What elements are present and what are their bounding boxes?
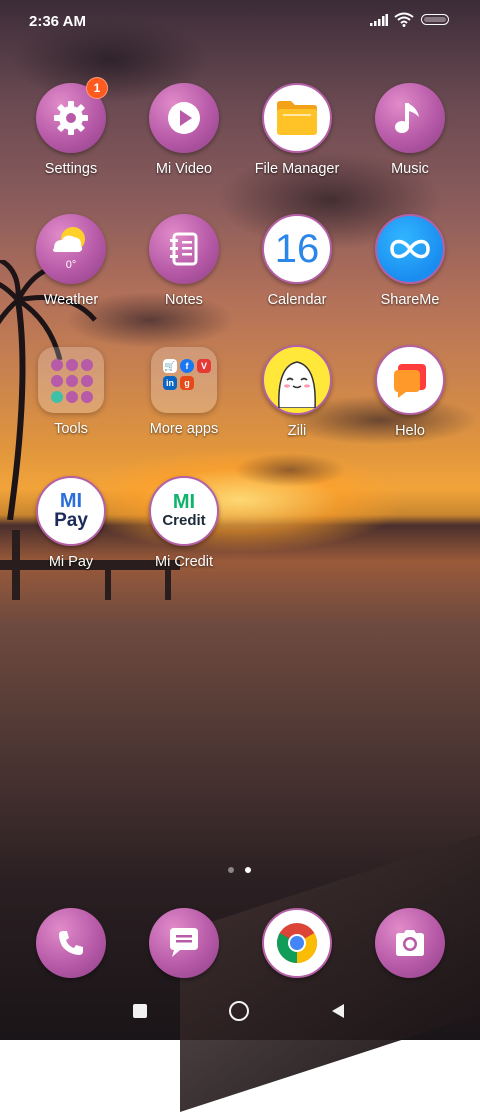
page-dot[interactable] bbox=[228, 867, 234, 873]
app-label: Mi Pay bbox=[48, 554, 94, 570]
app-label: Tools bbox=[54, 421, 88, 437]
dock-camera[interactable] bbox=[355, 908, 465, 978]
folder-icon bbox=[38, 347, 104, 413]
app-music[interactable]: Music bbox=[355, 83, 465, 177]
app-file-manager[interactable]: File Manager bbox=[242, 83, 352, 177]
app-label: Mi Video bbox=[155, 161, 213, 177]
status-bar: 2:36 AM bbox=[0, 0, 480, 42]
calendar-day: 16 bbox=[274, 226, 320, 271]
camera-icon bbox=[375, 908, 445, 978]
app-label: Mi Credit bbox=[154, 554, 213, 570]
folder-tools[interactable]: Tools bbox=[16, 345, 126, 437]
app-settings[interactable]: 1 Settings bbox=[16, 77, 126, 177]
app-notes[interactable]: Notes bbox=[129, 214, 239, 308]
chrome-icon bbox=[262, 908, 332, 978]
phone-icon bbox=[36, 908, 106, 978]
app-label: Calendar bbox=[267, 292, 327, 308]
message-icon bbox=[149, 908, 219, 978]
calendar-icon: 16 bbox=[262, 214, 332, 284]
page-indicator[interactable] bbox=[228, 866, 258, 874]
infinity-icon bbox=[375, 214, 445, 284]
app-label: ShareMe bbox=[380, 292, 440, 308]
settings-icon: 1 bbox=[36, 77, 108, 153]
mi-credit-logo-icon: MI Credit bbox=[149, 476, 219, 546]
page-dot-active[interactable] bbox=[245, 867, 251, 873]
app-zili[interactable]: Zili bbox=[242, 345, 352, 439]
music-note-icon bbox=[375, 83, 445, 153]
navigation-bar bbox=[0, 1000, 480, 1024]
home-button[interactable] bbox=[229, 1001, 249, 1021]
recents-button[interactable] bbox=[133, 1004, 147, 1018]
dock-chrome[interactable] bbox=[242, 908, 352, 978]
app-label: File Manager bbox=[254, 161, 340, 177]
battery-icon bbox=[421, 14, 449, 25]
notification-badge: 1 bbox=[86, 77, 108, 99]
app-label: Weather bbox=[43, 292, 99, 308]
app-label: Helo bbox=[395, 423, 425, 439]
folder-more-apps[interactable]: 🛒 f V in g More apps bbox=[129, 345, 239, 437]
weather-icon: 0° bbox=[36, 214, 106, 284]
dock-phone[interactable] bbox=[16, 908, 126, 978]
back-button[interactable] bbox=[331, 1003, 345, 1019]
app-mi-video[interactable]: Mi Video bbox=[129, 83, 239, 177]
app-label: Music bbox=[391, 161, 429, 177]
app-mi-credit[interactable]: MI Credit Mi Credit bbox=[129, 476, 239, 570]
app-weather[interactable]: 0° Weather bbox=[16, 214, 126, 308]
app-shareme[interactable]: ShareMe bbox=[355, 214, 465, 308]
zili-face-icon bbox=[262, 345, 332, 415]
mi-pay-logo-icon: MI Pay bbox=[36, 476, 106, 546]
cell-signal-icon bbox=[370, 14, 388, 26]
wifi-icon bbox=[394, 12, 414, 27]
clock: 2:36 AM bbox=[29, 13, 86, 30]
folder-icon bbox=[262, 83, 332, 153]
app-label: More apps bbox=[149, 421, 219, 437]
speech-bubble-icon bbox=[375, 345, 445, 415]
folder-icon: 🛒 f V in g bbox=[151, 347, 217, 413]
app-helo[interactable]: Helo bbox=[355, 345, 465, 439]
weather-temperature: 0° bbox=[65, 259, 77, 271]
dock-messaging[interactable] bbox=[129, 908, 239, 978]
app-mi-pay[interactable]: MI Pay Mi Pay bbox=[16, 476, 126, 570]
app-calendar[interactable]: 16 Calendar bbox=[242, 214, 352, 308]
app-label: Notes bbox=[165, 292, 203, 308]
play-icon bbox=[149, 83, 219, 153]
notebook-icon bbox=[149, 214, 219, 284]
app-label: Zili bbox=[287, 423, 307, 439]
app-label: Settings bbox=[44, 161, 98, 177]
